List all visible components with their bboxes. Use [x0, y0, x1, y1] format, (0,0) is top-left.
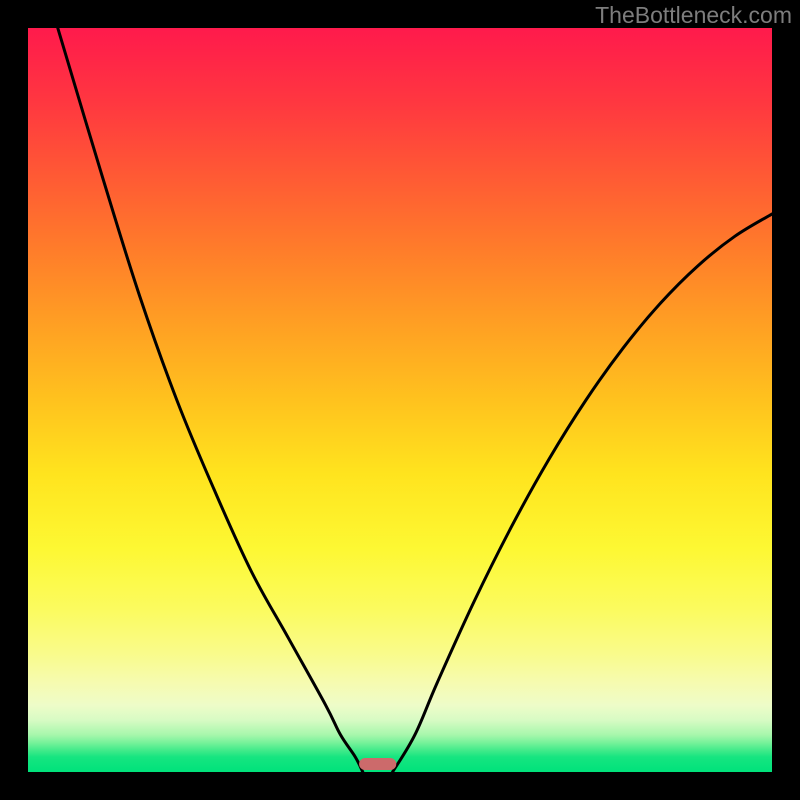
outer-frame: TheBottleneck.com [0, 0, 800, 800]
optimum-marker [359, 758, 396, 770]
chart-canvas [28, 28, 772, 772]
plot-area [28, 28, 772, 772]
gradient-background [28, 28, 772, 772]
watermark-label: TheBottleneck.com [595, 2, 792, 29]
